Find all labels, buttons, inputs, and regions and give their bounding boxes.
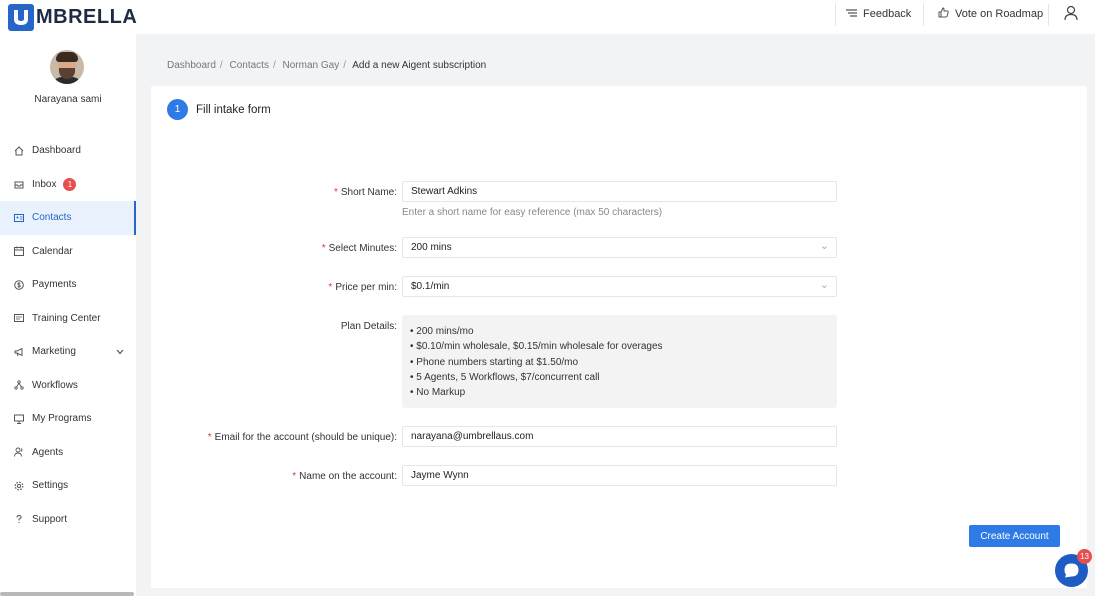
thumbs-up-icon: [938, 7, 949, 21]
calendar-icon: [13, 245, 25, 257]
sidebar-scrollbar[interactable]: [0, 592, 134, 596]
divider: [923, 4, 924, 26]
contacts-icon: [13, 212, 25, 224]
inbox-count-badge: 1: [63, 177, 77, 191]
sidebar-item-label: Calendar: [32, 245, 73, 257]
feedback-label: Feedback: [863, 8, 912, 20]
sidebar-item-label: My Programs: [32, 413, 92, 425]
sidebar-item-label: Payments: [32, 279, 77, 291]
gear-icon: [13, 480, 25, 492]
sidebar-item-inbox[interactable]: Inbox 1: [0, 168, 136, 202]
workflow-icon: [13, 379, 25, 391]
breadcrumb: Dashboard / Contacts / Norman Gay / Add a n…: [167, 60, 487, 71]
user-icon[interactable]: [1064, 5, 1080, 23]
short-name-hint: Enter a short name for easy reference (m…: [402, 207, 663, 218]
agents-icon: [13, 446, 25, 458]
account-name-field[interactable]: Jayme Wynn: [402, 465, 837, 486]
vote-roadmap-label: Vote on Roadmap: [955, 8, 1044, 20]
plan-details-label: Plan Details:: [340, 321, 397, 332]
breadcrumb-contact[interactable]: Norman Gay: [283, 60, 340, 71]
sidebar-item-calendar[interactable]: Calendar: [0, 235, 136, 269]
sidebar: Narayana sami Dashboard Inbox 1 Contacts…: [0, 34, 136, 596]
home-icon: [13, 145, 25, 157]
sidebar-nav: Dashboard Inbox 1 Contacts Calendar Paym…: [0, 134, 136, 536]
plan-details-box: 200 mins/mo $0.10/min wholesale, $0.15/m…: [402, 315, 837, 408]
email-label: * Email for the account (should be unique…: [207, 432, 397, 443]
chat-icon: [1064, 563, 1079, 578]
breadcrumb-dashboard[interactable]: Dashboard: [167, 60, 216, 71]
umbrella-logo-icon: [8, 3, 34, 31]
step-indicator: 1 Fill intake form: [167, 99, 271, 120]
megaphone-icon: [13, 346, 25, 358]
logo[interactable]: MBRELLA: [8, 3, 137, 31]
sidebar-item-label: Support: [32, 513, 68, 525]
sidebar-item-label: Dashboard: [32, 145, 81, 157]
help-icon: [13, 513, 25, 525]
sidebar-item-dashboard[interactable]: Dashboard: [0, 134, 136, 168]
training-icon: [13, 312, 25, 324]
select-minutes-dropdown[interactable]: 200 mins: [402, 237, 837, 258]
sidebar-item-support[interactable]: Support: [0, 503, 136, 537]
plan-detail-item: Phone numbers starting at $1.50/mo: [410, 355, 829, 370]
inbox-icon: [13, 178, 25, 190]
sidebar-item-settings[interactable]: Settings: [0, 469, 136, 503]
email-field[interactable]: narayana@umbrellaus.com: [402, 426, 837, 447]
sidebar-item-label: Training Center: [32, 312, 101, 324]
feedback-button[interactable]: Feedback: [846, 0, 911, 28]
divider: [1048, 4, 1049, 26]
select-minutes-label: * Select Minutes:: [321, 243, 397, 254]
sidebar-item-my-programs[interactable]: My Programs: [0, 402, 136, 436]
sidebar-item-label: Marketing: [32, 346, 76, 358]
short-name-input[interactable]: Stewart Adkins: [402, 181, 837, 202]
price-per-min-label: * Price per min:: [328, 282, 397, 293]
logo-text: MBRELLA: [36, 5, 138, 28]
payments-icon: [13, 279, 25, 291]
sidebar-item-label: Workflows: [32, 379, 78, 391]
divider: [835, 4, 836, 26]
sidebar-item-label: Contacts: [32, 212, 72, 224]
sidebar-item-label: Agents: [32, 446, 64, 458]
intake-form-card: 1 Fill intake form * Short Name: Stewart …: [151, 86, 1087, 588]
plan-detail-item: No Markup: [410, 385, 829, 400]
breadcrumb-current: Add a new Aigent subscription: [352, 60, 487, 71]
sidebar-item-label: Inbox: [32, 178, 57, 190]
sidebar-item-workflows[interactable]: Workflows: [0, 369, 136, 403]
sidebar-item-contacts[interactable]: Contacts: [0, 201, 136, 235]
step-number: 1: [167, 99, 188, 120]
step-title: Fill intake form: [196, 103, 271, 116]
vote-roadmap-button[interactable]: Vote on Roadmap: [938, 0, 1043, 28]
plan-detail-item: 200 mins/mo: [410, 324, 829, 339]
sidebar-item-marketing[interactable]: Marketing: [0, 335, 136, 369]
chat-unread-badge: 13: [1077, 549, 1092, 564]
avatar[interactable]: [50, 50, 84, 84]
plan-detail-item: $0.10/min wholesale, $0.15/min wholesale…: [410, 339, 829, 354]
sidebar-item-agents[interactable]: Agents: [0, 436, 136, 470]
sidebar-item-payments[interactable]: Payments: [0, 268, 136, 302]
create-account-button[interactable]: Create Account: [969, 525, 1060, 547]
price-per-min-dropdown[interactable]: $0.1/min: [402, 276, 837, 297]
monitor-icon: [13, 413, 25, 425]
sidebar-item-label: Settings: [32, 480, 69, 492]
short-name-label: * Short Name:: [333, 187, 397, 198]
chevron-down-icon[interactable]: [116, 347, 124, 357]
list-filter-icon: [846, 7, 857, 21]
breadcrumb-contacts[interactable]: Contacts: [229, 60, 268, 71]
sidebar-item-training-center[interactable]: Training Center: [0, 302, 136, 336]
plan-detail-item: 5 Agents, 5 Workflows, $7/concurrent cal…: [410, 370, 829, 385]
top-bar: MBRELLA Feedback Vote on Roadmap: [0, 0, 1095, 34]
user-name: Narayana sami: [34, 94, 102, 105]
account-name-label: * Name on the account:: [292, 471, 397, 482]
